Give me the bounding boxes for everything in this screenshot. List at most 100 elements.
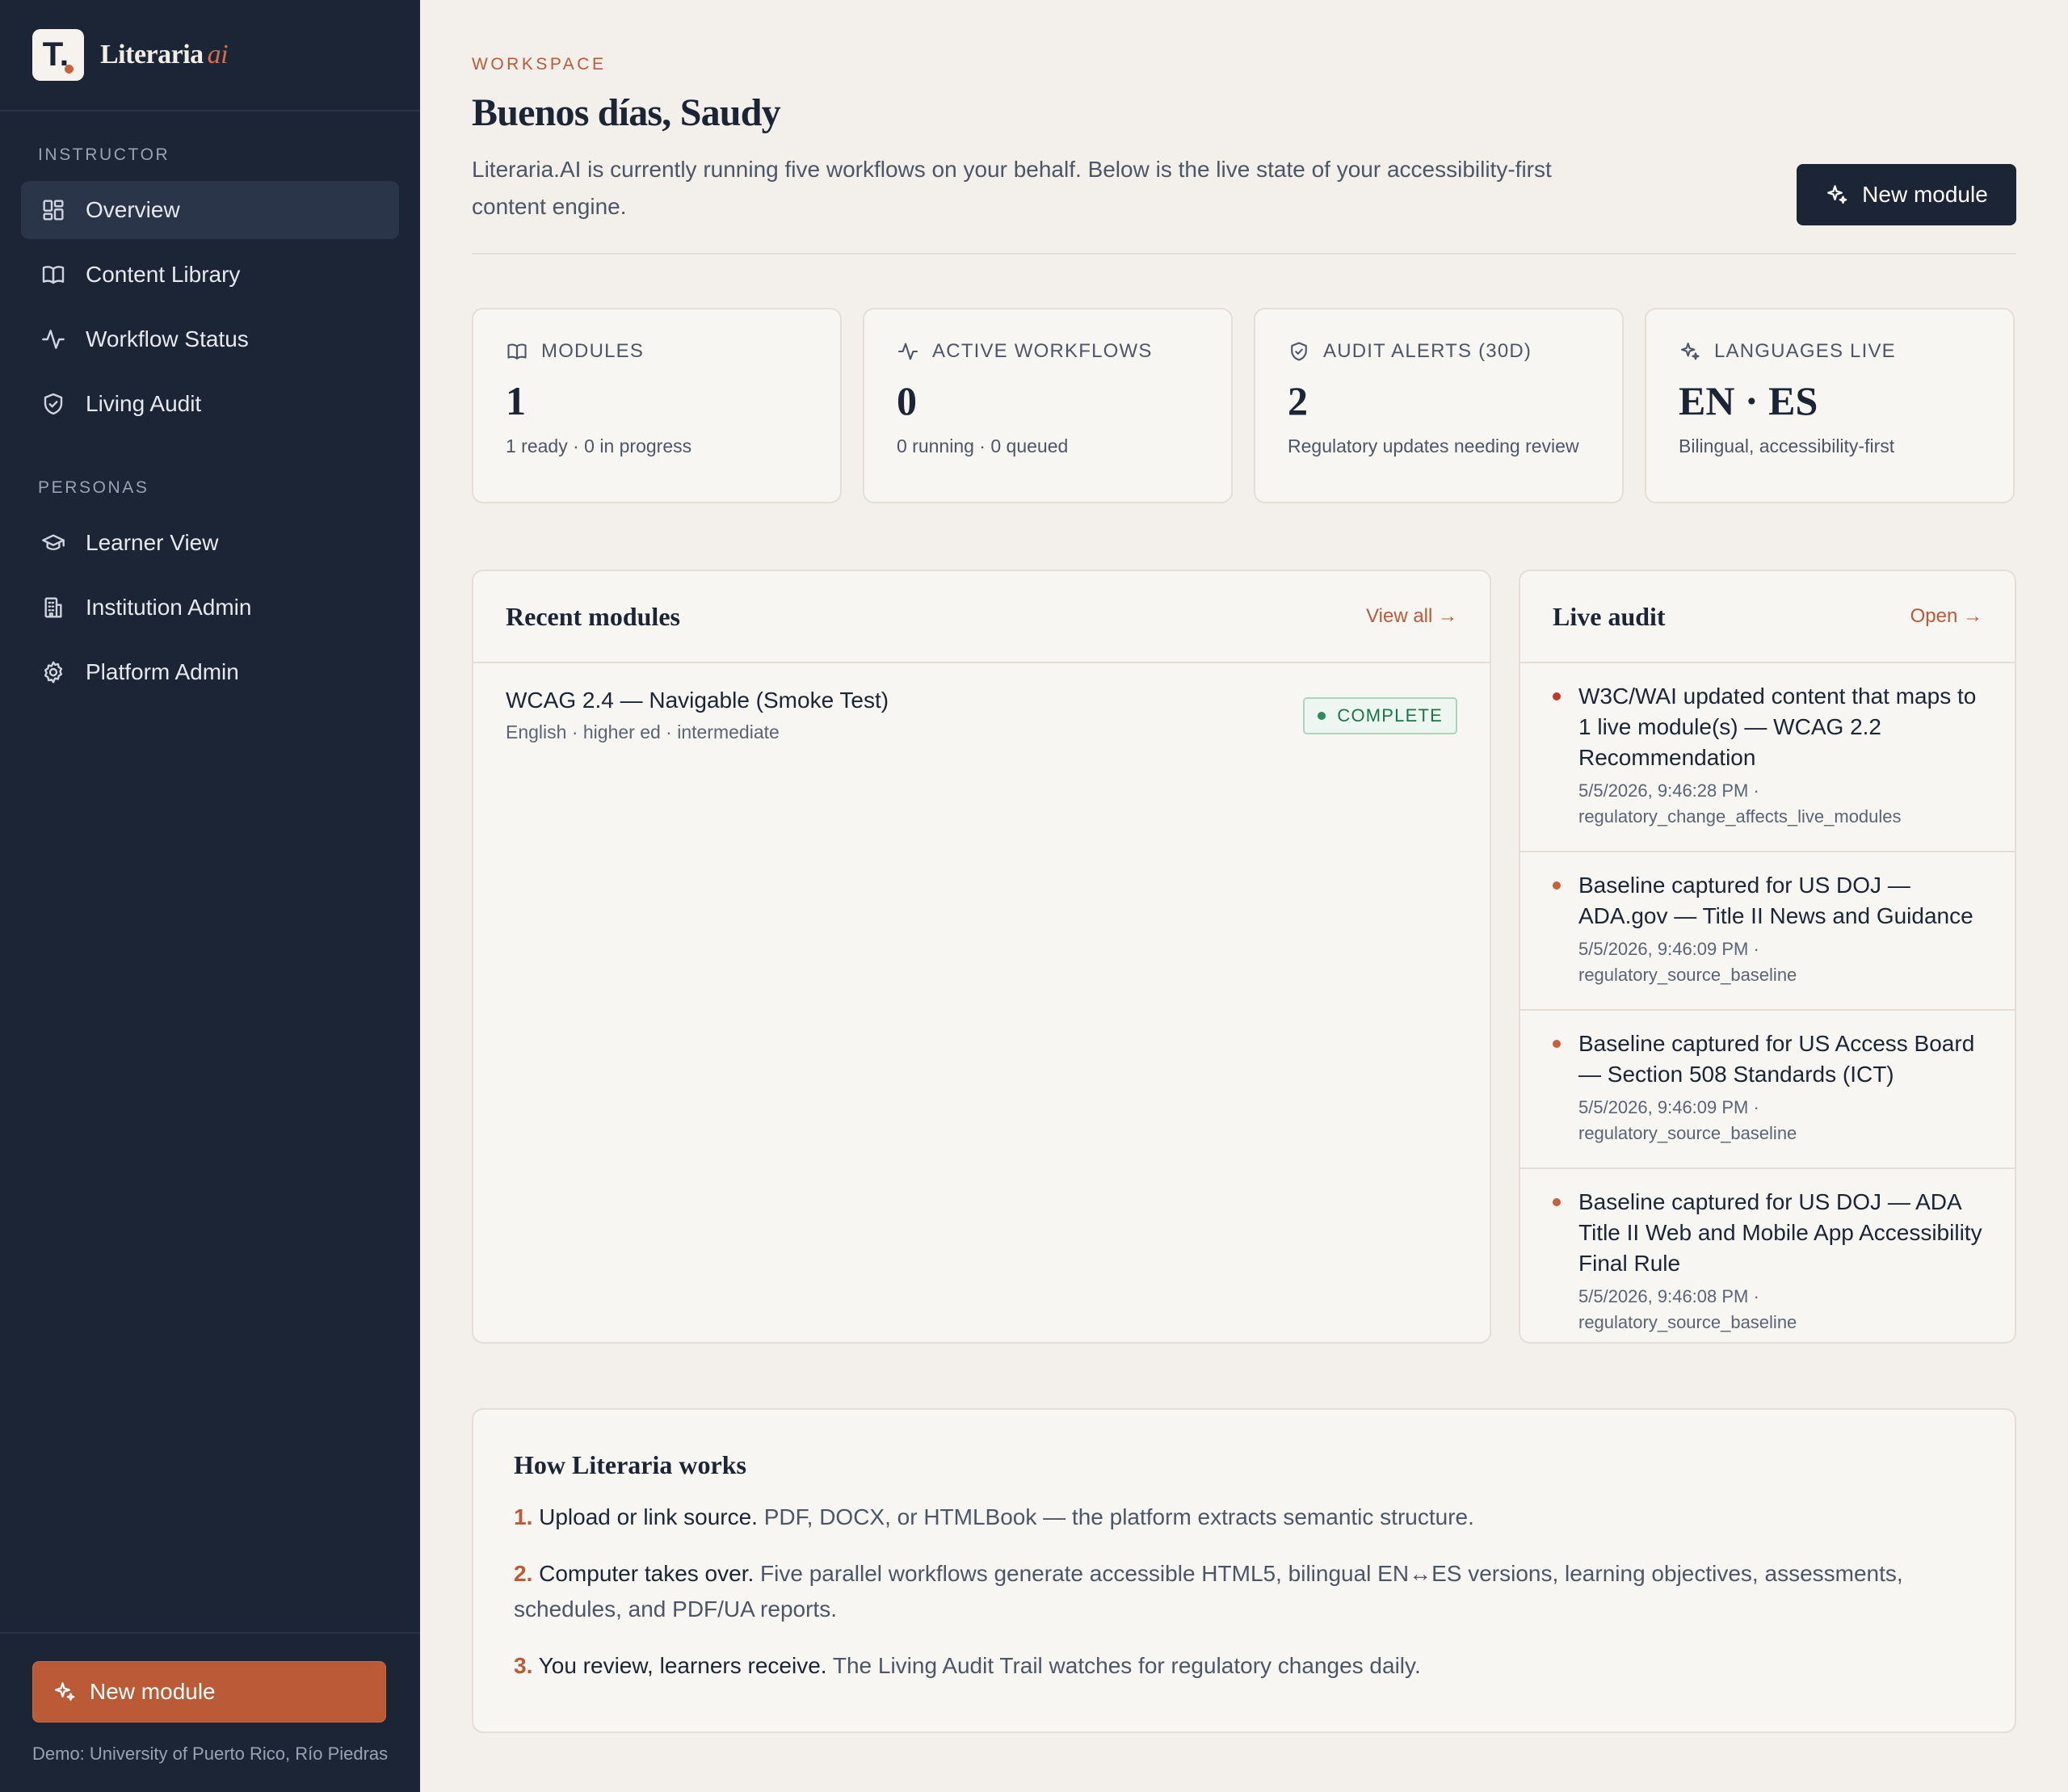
- new-module-label: New module: [90, 1679, 216, 1704]
- stats-row: MODULES 1 1 ready · 0 in progress ACTIVE…: [472, 308, 2016, 503]
- shield-check-icon: [1288, 340, 1310, 363]
- stat-value: 1: [506, 378, 526, 423]
- audit-title: Baseline captured for US DOJ — ADA.gov —…: [1578, 873, 1973, 928]
- audit-meta: 5/5/2026, 9:46:09 PM · regulatory_source…: [1578, 939, 1797, 985]
- live-audit-panel: Live audit Open → W3C/WAI updated conten…: [1519, 570, 2016, 1344]
- sidebar-item-label: Content Library: [86, 262, 241, 287]
- stat-value: 0: [897, 378, 917, 423]
- activity-icon: [897, 340, 919, 363]
- book-icon: [40, 262, 66, 288]
- how-step: 1. Upload or link source. PDF, DOCX, or …: [514, 1500, 1976, 1535]
- audit-status-dot: [1553, 881, 1561, 890]
- main-content: WORKSPACE Buenos días, Saudy Literaria.A…: [472, 0, 2016, 1733]
- sidebar-item-institution-admin[interactable]: Institution Admin: [21, 578, 399, 637]
- sidebar-item-label: Learner View: [86, 530, 219, 555]
- nav-heading-instructor: INSTRUCTOR: [38, 145, 170, 164]
- audit-status-dot: [1553, 1198, 1561, 1206]
- stat-label: AUDIT ALERTS (30D): [1288, 340, 1622, 363]
- stat-subtext: 1 ready · 0 in progress: [506, 435, 692, 456]
- brand-logo-icon: T.: [32, 29, 84, 81]
- audit-title: Baseline captured for US Access Board — …: [1578, 1031, 1975, 1087]
- sidebar-footer: New module Demo: University of Puerto Ri…: [0, 1632, 420, 1792]
- step-number: 1.: [514, 1504, 533, 1529]
- how-step: 3. You review, learners receive. The Liv…: [514, 1648, 1976, 1684]
- sidebar-item-label: Institution Admin: [86, 595, 252, 620]
- stat-card-audit-alerts: AUDIT ALERTS (30D) 2 Regulatory updates …: [1254, 308, 1624, 503]
- sidebar-item-label: Platform Admin: [86, 659, 239, 684]
- recent-modules-panel: Recent modules View all → WCAG 2.4 — Nav…: [472, 570, 1491, 1344]
- open-audit-link[interactable]: Open →: [1910, 605, 1982, 628]
- graduation-cap-icon: [40, 530, 66, 556]
- audit-status-dot: [1553, 692, 1561, 700]
- stat-value: 2: [1288, 378, 1308, 423]
- shield-check-icon: [40, 391, 66, 417]
- brand-name: Literaria ai: [100, 40, 229, 69]
- brand[interactable]: T. Literaria ai: [0, 0, 420, 111]
- audit-meta: 5/5/2026, 9:46:28 PM · regulatory_change…: [1578, 780, 1902, 827]
- sidebar-item-living-audit[interactable]: Living Audit: [21, 375, 399, 433]
- panel-header: Recent modules View all →: [473, 571, 1490, 663]
- how-it-works-title: How Literaria works: [514, 1450, 746, 1479]
- step-number: 2.: [514, 1561, 533, 1586]
- stat-label: ACTIVE WORKFLOWS: [897, 340, 1231, 363]
- audit-status-dot: [1553, 1040, 1561, 1048]
- gear-icon: [40, 659, 66, 685]
- sidebar-item-label: Overview: [86, 197, 180, 222]
- header-divider: [472, 253, 2016, 254]
- stat-label: MODULES: [506, 340, 840, 363]
- sidebar-item-content-library[interactable]: Content Library: [21, 246, 399, 304]
- sidebar-item-platform-admin[interactable]: Platform Admin: [21, 643, 399, 701]
- stat-value: EN · ES: [1679, 378, 1818, 423]
- sidebar: T. Literaria ai INSTRUCTOR Overview Conte…: [0, 0, 420, 1792]
- step-lead: You review, learners receive.: [538, 1653, 827, 1678]
- audit-item[interactable]: Baseline captured for US Access Board — …: [1520, 1011, 2015, 1169]
- sidebar-new-module-button[interactable]: New module: [32, 1661, 386, 1723]
- audit-meta: 5/5/2026, 9:46:09 PM · regulatory_source…: [1578, 1097, 1797, 1143]
- page-eyebrow: WORKSPACE: [472, 55, 607, 74]
- how-it-works-card: How Literaria works 1. Upload or link so…: [472, 1408, 2016, 1733]
- stat-subtext: 0 running · 0 queued: [897, 435, 1069, 456]
- book-icon: [506, 340, 528, 363]
- step-lead: Computer takes over.: [539, 1561, 754, 1586]
- stat-subtext: Bilingual, accessibility-first: [1679, 435, 1895, 456]
- brand-logo-dot: [65, 65, 74, 74]
- step-number: 3.: [514, 1653, 533, 1678]
- module-row[interactable]: WCAG 2.4 — Navigable (Smoke Test) Englis…: [473, 663, 1490, 760]
- status-badge: COMPLETE: [1303, 697, 1457, 734]
- audit-meta: 5/5/2026, 9:46:08 PM · regulatory_source…: [1578, 1286, 1797, 1332]
- panel-title: Live audit: [1553, 601, 1666, 631]
- panels-row: Recent modules View all → WCAG 2.4 — Nav…: [472, 570, 2016, 1344]
- intro-row: Literaria.AI is currently running five w…: [472, 135, 2016, 253]
- stat-card-active-workflows: ACTIVE WORKFLOWS 0 0 running · 0 queued: [863, 308, 1233, 503]
- grid-icon: [40, 197, 66, 223]
- audit-item[interactable]: W3C/WAI updated content that maps to 1 l…: [1520, 663, 2015, 852]
- how-step: 2. Computer takes over. Five parallel wo…: [514, 1556, 1976, 1627]
- panel-title: Recent modules: [506, 601, 680, 631]
- sparkle-icon: [1825, 183, 1849, 207]
- sparkle-icon: [53, 1680, 77, 1704]
- audit-title: Baseline captured for US DOJ — ADA Title…: [1578, 1189, 1982, 1276]
- nav-personas: PERSONAS Learner View Institution Admin …: [0, 478, 420, 701]
- sparkle-icon: [1679, 340, 1701, 363]
- stat-label: LANGUAGES LIVE: [1679, 340, 2013, 363]
- audit-item[interactable]: Baseline captured for US DOJ — ADA.gov —…: [1520, 852, 2015, 1011]
- sidebar-item-label: Workflow Status: [86, 326, 249, 351]
- sidebar-item-workflow-status[interactable]: Workflow Status: [21, 310, 399, 368]
- audit-title: W3C/WAI updated content that maps to 1 l…: [1578, 684, 1977, 770]
- nav-instructor: INSTRUCTOR Overview Content Library Work…: [0, 145, 420, 433]
- activity-icon: [40, 326, 66, 352]
- building-icon: [40, 595, 66, 620]
- new-module-button[interactable]: New module: [1797, 164, 2016, 225]
- new-module-label: New module: [1862, 182, 1988, 207]
- step-text: PDF, DOCX, or HTMLBook — the platform ex…: [763, 1504, 1474, 1529]
- view-all-link[interactable]: View all →: [1366, 605, 1457, 628]
- step-lead: Upload or link source.: [539, 1504, 758, 1529]
- sidebar-item-overview[interactable]: Overview: [21, 181, 399, 239]
- demo-institution-text: Demo: University of Puerto Rico, Río Pie…: [32, 1744, 389, 1764]
- audit-item[interactable]: Baseline captured for US DOJ — ADA Title…: [1520, 1169, 2015, 1342]
- page-title: Buenos días, Saudy: [472, 91, 781, 134]
- status-dot: [1318, 712, 1326, 720]
- nav-heading-personas: PERSONAS: [38, 478, 149, 497]
- page-intro: Literaria.AI is currently running five w…: [472, 157, 1552, 219]
- sidebar-item-learner-view[interactable]: Learner View: [21, 514, 399, 572]
